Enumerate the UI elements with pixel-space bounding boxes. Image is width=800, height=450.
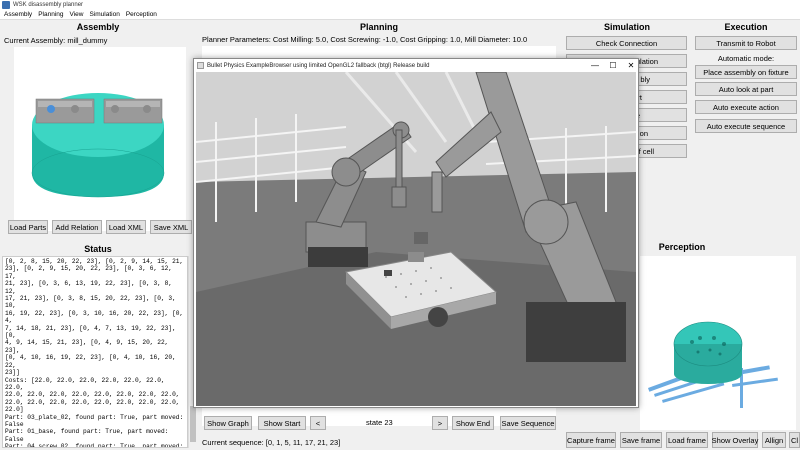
scrollbar-thumb[interactable] <box>190 406 196 442</box>
status-log[interactable]: [0, 2, 8, 15, 20, 22, 23], [0, 2, 9, 14,… <box>2 256 188 448</box>
assembly-model-image <box>31 93 165 198</box>
allign-button[interactable]: Allign <box>762 432 786 448</box>
check-connection-button[interactable]: Check Connection <box>566 36 687 50</box>
execution-panel: Execution Transmit to Robot Automatic mo… <box>692 20 800 240</box>
bullet-window-title: Bullet Physics ExampleBrowser using limi… <box>207 62 430 69</box>
load-xml-button[interactable]: Load XML <box>106 220 146 234</box>
status-title: Status <box>84 244 112 254</box>
place-assembly-button[interactable]: Place assembly on fixture <box>695 65 797 79</box>
bullet-window-icon <box>197 62 204 69</box>
close-icon[interactable]: ✕ <box>622 59 640 72</box>
capture-frame-button[interactable]: Capture frame <box>566 432 616 448</box>
bullet-titlebar[interactable]: Bullet Physics ExampleBrowser using limi… <box>194 59 638 72</box>
load-parts-button[interactable]: Load Parts <box>8 220 48 234</box>
save-xml-button[interactable]: Save XML <box>150 220 192 234</box>
auto-look-button[interactable]: Auto look at part <box>695 82 797 96</box>
prev-state-button[interactable]: < <box>310 416 326 430</box>
menu-bar: Assembly Planning View Simulation Percep… <box>0 10 800 20</box>
automatic-mode-label: Automatic mode: <box>717 54 775 63</box>
show-graph-button[interactable]: Show Graph <box>204 416 252 430</box>
app-icon <box>2 1 10 9</box>
current-sequence: Current sequence: [0, 1, 5, 11, 17, 21, … <box>202 438 341 447</box>
assembly-title: Assembly <box>76 22 120 32</box>
app-title: WSK disassembly planner <box>13 2 84 8</box>
assembly-3d-view[interactable] <box>14 47 186 231</box>
app-titlebar: WSK disassembly planner <box>0 0 800 10</box>
clear-button[interactable]: Cl <box>789 432 800 448</box>
next-state-button[interactable]: > <box>432 416 448 430</box>
show-end-button[interactable]: Show End <box>452 416 494 430</box>
planner-parameters: Planner Parameters: Cost Milling: 5.0, C… <box>202 35 528 44</box>
assembly-panel: Assembly Current Assembly: mill_dummy Lo… <box>0 20 196 238</box>
menu-simulation[interactable]: Simulation <box>89 11 119 18</box>
load-frame-button[interactable]: Load frame <box>666 432 708 448</box>
menu-view[interactable]: View <box>70 11 84 18</box>
robot-cell-render <box>195 71 637 406</box>
add-relation-button[interactable]: Add Relation <box>52 220 102 234</box>
show-start-button[interactable]: Show Start <box>258 416 306 430</box>
transmit-to-robot-button[interactable]: Transmit to Robot <box>695 36 797 50</box>
auto-execute-sequence-button[interactable]: Auto execute sequence <box>695 119 797 133</box>
current-assembly-label: Current Assembly: mill_dummy <box>4 36 108 45</box>
maximize-icon[interactable]: ☐ <box>604 59 622 72</box>
perception-3d-view[interactable] <box>640 256 796 430</box>
menu-assembly[interactable]: Assembly <box>4 11 32 18</box>
status-panel: Status [0, 2, 8, 15, 20, 22, 23], [0, 2,… <box>0 240 196 450</box>
simulation-title: Simulation <box>603 22 650 32</box>
save-sequence-button[interactable]: Save Sequence <box>500 416 556 430</box>
state-label: state 23 <box>366 418 393 427</box>
save-frame-button[interactable]: Save frame <box>620 432 662 448</box>
execution-title: Execution <box>724 22 768 32</box>
planning-title: Planning <box>360 22 398 32</box>
point-cloud-image <box>648 321 778 408</box>
menu-perception[interactable]: Perception <box>126 11 157 18</box>
simulation-3d-scene[interactable] <box>195 71 637 406</box>
minimize-icon[interactable]: — <box>586 59 604 72</box>
auto-execute-action-button[interactable]: Auto execute action <box>695 100 797 114</box>
menu-planning[interactable]: Planning <box>38 11 63 18</box>
bullet-physics-window[interactable]: Bullet Physics ExampleBrowser using limi… <box>193 58 639 408</box>
show-overlay-button[interactable]: Show Overlay <box>712 432 758 448</box>
